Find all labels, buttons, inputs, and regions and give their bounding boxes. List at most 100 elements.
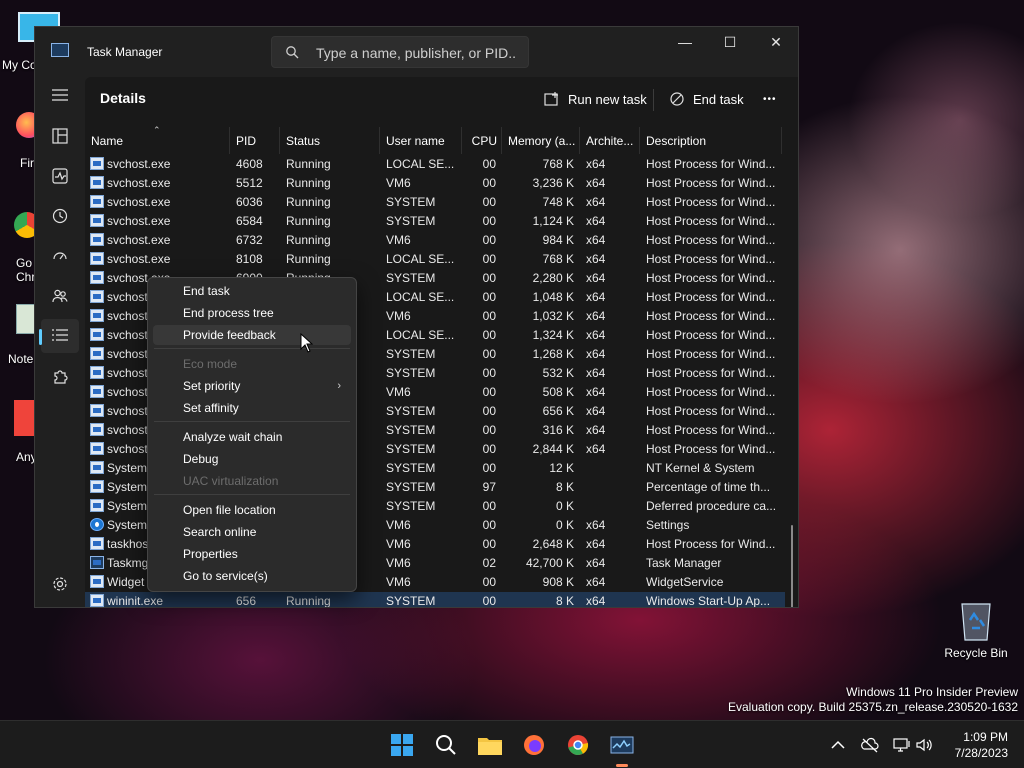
toolbar-divider — [653, 89, 654, 111]
menu-item-go-to-services[interactable]: Go to service(s) — [153, 566, 351, 586]
nav-processes[interactable] — [41, 119, 79, 153]
cell-arch: x64 — [586, 271, 606, 285]
cell-mem: 768 K — [542, 252, 574, 266]
maximize-button[interactable]: ☐ — [707, 27, 753, 57]
nav-users[interactable] — [41, 279, 79, 313]
cell-user: SYSTEM — [386, 442, 436, 456]
task-manager-taskbar-button[interactable] — [606, 729, 638, 767]
column-header-user[interactable]: User name — [380, 127, 462, 154]
cell-cpu: 00 — [482, 366, 496, 380]
cell-user: SYSTEM — [386, 195, 436, 209]
cell-arch: x64 — [586, 556, 606, 570]
nav-services[interactable] — [41, 359, 79, 393]
column-header-arch[interactable]: Archite... — [580, 127, 640, 154]
close-button[interactable]: ✕ — [753, 27, 798, 57]
nav-app-history[interactable] — [41, 199, 79, 233]
menu-item-label: Properties — [183, 547, 238, 561]
nav-settings[interactable] — [41, 567, 79, 601]
run-new-task-label: Run new task — [568, 91, 647, 107]
firefox-button[interactable] — [518, 729, 550, 761]
cell-user: LOCAL SE... — [386, 328, 455, 342]
cell-desc: Host Process for Wind... — [646, 404, 776, 418]
cell-desc: WidgetService — [646, 575, 724, 589]
menu-item-end-process-tree[interactable]: End process tree — [153, 303, 351, 323]
cell-arch: x64 — [586, 518, 606, 532]
run-new-task-button[interactable]: Run new task — [544, 85, 647, 113]
table-row[interactable]: svchost.exe 8108 Running LOCAL SE... 00 768 K… — [85, 250, 785, 269]
column-header-pid[interactable]: PID — [230, 127, 280, 154]
table-row[interactable]: wininit.exe 656 Running SYSTEM 00 8 K x64 Windo… — [85, 592, 785, 608]
sidebar — [35, 77, 83, 607]
cell-user: VM6 — [386, 176, 411, 190]
process-icon — [90, 556, 104, 569]
menu-item-analyze-wait-chain[interactable]: Analyze wait chain — [153, 427, 351, 447]
table-row[interactable]: svchost.exe 4608 Running LOCAL SE... 00 768 K… — [85, 155, 785, 174]
column-header-mem[interactable]: Memory (a... — [502, 127, 580, 154]
menu-item-set-affinity[interactable]: Set affinity — [153, 398, 351, 418]
menu-item-label: Set priority — [183, 379, 241, 393]
start-button[interactable] — [386, 729, 418, 761]
title-bar: Task Manager — ☐ ✕ — [35, 27, 798, 77]
cell-name: svchost.exe — [107, 233, 171, 247]
context-menu: End task End process tree Provide feedback… — [147, 277, 357, 592]
vertical-scrollbar[interactable] — [791, 525, 793, 607]
cell-user: VM6 — [386, 575, 411, 589]
column-header-cpu[interactable]: CPU — [462, 127, 502, 154]
file-explorer-button[interactable] — [474, 729, 506, 761]
cell-user: VM6 — [386, 556, 411, 570]
minimize-button[interactable]: — — [662, 27, 708, 57]
more-options-button[interactable]: ••• — [763, 85, 777, 113]
cell-desc: Host Process for Wind... — [646, 347, 776, 361]
cell-desc: Host Process for Wind... — [646, 214, 776, 228]
table-row[interactable]: svchost.exe 6732 Running VM6 00 984 K x64 Host … — [85, 231, 785, 250]
process-icon — [90, 575, 104, 588]
menu-item-set-priority[interactable]: Set priority › — [153, 376, 351, 396]
column-header-desc[interactable]: Description — [640, 127, 782, 154]
search-input[interactable] — [316, 43, 516, 63]
process-icon — [90, 347, 104, 360]
nav-details[interactable] — [39, 319, 79, 353]
menu-item-provide-feedback[interactable]: Provide feedback — [153, 325, 351, 345]
cell-name: svchost.exe — [107, 195, 171, 209]
process-icon — [90, 518, 104, 531]
onedrive-offline-icon[interactable] — [860, 735, 880, 755]
cell-name: svchost.exe — [107, 176, 171, 190]
cell-cpu: 00 — [482, 461, 496, 475]
end-task-button[interactable]: End task — [669, 85, 744, 113]
process-icon — [90, 328, 104, 341]
details-list-icon — [52, 329, 68, 341]
recycle-bin-icon — [961, 603, 991, 641]
hamburger-menu-button[interactable] — [41, 79, 79, 113]
column-header-status[interactable]: Status — [280, 127, 380, 154]
process-icon — [90, 195, 104, 208]
network-icon[interactable] — [892, 735, 912, 755]
nav-startup-apps[interactable] — [41, 239, 79, 273]
menu-item-end-task[interactable]: End task — [153, 281, 351, 301]
cell-mem: 532 K — [542, 366, 574, 380]
desktop-icon-recycle-bin[interactable]: Recycle Bin — [938, 598, 1014, 660]
volume-icon[interactable] — [914, 735, 934, 755]
nav-performance[interactable] — [41, 159, 79, 193]
chevron-up-icon[interactable] — [828, 735, 848, 755]
cell-pid: 656 — [236, 594, 257, 608]
table-row[interactable]: svchost.exe 5512 Running VM6 00 3,236 K x64 Hos… — [85, 174, 785, 193]
cell-mem: 316 K — [542, 423, 574, 437]
chrome-button[interactable] — [562, 729, 594, 761]
menu-item-properties[interactable]: Properties — [153, 544, 351, 564]
desktop-icon-label: Fir — [20, 156, 34, 170]
menu-item-open-file-location[interactable]: Open file location — [153, 500, 351, 520]
taskbar-search-button[interactable] — [430, 729, 462, 761]
cell-mem: 2,844 K — [532, 442, 574, 456]
table-row[interactable]: svchost.exe 6584 Running SYSTEM 00 1,124 K x64… — [85, 212, 785, 231]
cell-cpu: 00 — [482, 385, 496, 399]
menu-item-search-online[interactable]: Search online — [153, 522, 351, 542]
cell-cpu: 00 — [482, 252, 496, 266]
menu-item-label: Open file location — [183, 503, 276, 517]
search-box[interactable] — [271, 36, 529, 68]
table-row[interactable]: svchost.exe 6036 Running SYSTEM 00 748 K x64 Ho… — [85, 193, 785, 212]
cell-user: LOCAL SE... — [386, 157, 455, 171]
menu-item-debug[interactable]: Debug — [153, 449, 351, 469]
cell-mem: 1,124 K — [532, 214, 574, 228]
startup-icon — [53, 252, 67, 260]
clock[interactable]: 1:09 PM 7/28/2023 — [955, 729, 1008, 761]
